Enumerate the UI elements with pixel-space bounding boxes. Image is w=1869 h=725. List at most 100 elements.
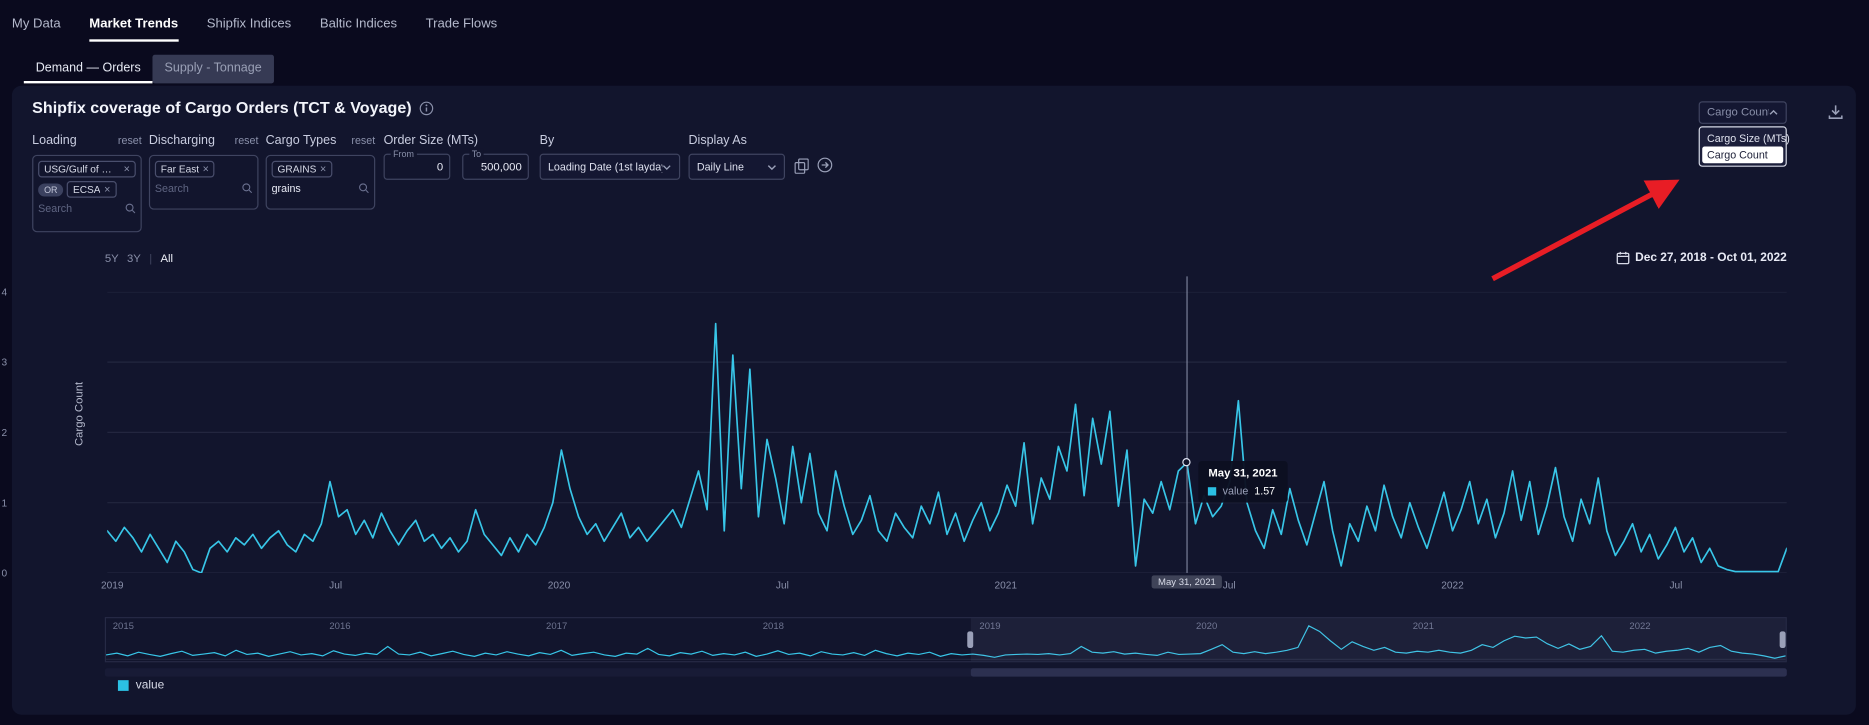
chevron-down-icon — [767, 164, 777, 170]
y-axis-ticks: 01234 — [0, 292, 7, 573]
info-icon[interactable] — [419, 101, 433, 115]
y-axis-tick: 3 — [2, 356, 8, 368]
x-axis-ticks: 2019Jul2020Jul2021Jul2022Jul — [107, 579, 1787, 593]
nav-item-market-trends[interactable]: Market Trends — [89, 17, 178, 31]
remove-tag-icon[interactable]: × — [203, 164, 209, 175]
cargo-types-tag-grains[interactable]: GRAINS × — [272, 161, 333, 178]
or-operator-badge: OR — [38, 183, 63, 196]
display-as-select-value: Daily Line — [697, 161, 744, 173]
hover-point-marker — [1183, 458, 1191, 466]
tooltip-series-name: value — [1223, 485, 1249, 497]
copy-icon — [795, 158, 809, 173]
sub-tabs: Demand — Orders Supply - Tonnage — [24, 55, 274, 84]
metric-dropdown-menu: Cargo Size (MTs) Cargo Count — [1699, 126, 1787, 167]
navigator-year-label: 2016 — [329, 621, 350, 632]
search-icon — [359, 182, 370, 194]
nav-item-trade-flows[interactable]: Trade Flows — [426, 17, 498, 31]
x-axis-tick: 2020 — [548, 579, 571, 591]
brush-handle-right[interactable] — [1780, 631, 1786, 648]
calendar-icon — [1616, 251, 1629, 264]
legend-label: value — [136, 679, 164, 692]
cargo-types-filter-box[interactable]: GRAINS × — [266, 155, 376, 210]
remove-tag-icon[interactable]: × — [104, 184, 110, 195]
loading-search-input[interactable] — [38, 203, 121, 215]
legend-swatch — [118, 680, 129, 691]
y-axis-tick: 4 — [2, 286, 8, 298]
main-nav: My Data Market Trends Shipfix Indices Ba… — [12, 0, 497, 48]
navigator-brush-selection[interactable] — [971, 618, 1786, 661]
discharging-search-input[interactable] — [155, 182, 238, 194]
tooltip-value: 1.57 — [1254, 485, 1275, 497]
nav-item-shipfix-indices[interactable]: Shipfix Indices — [207, 17, 292, 31]
cargo-types-label: Cargo Types — [266, 133, 337, 147]
discharging-reset-link[interactable]: reset — [235, 135, 259, 147]
date-range-picker[interactable]: Dec 27, 2018 - Oct 01, 2022 — [1616, 251, 1787, 264]
tab-supply-tonnage[interactable]: Supply - Tonnage — [153, 55, 274, 84]
y-axis-tick: 0 — [2, 567, 8, 579]
brush-handle-left[interactable] — [967, 631, 973, 648]
discharging-filter-box[interactable]: Far East × — [149, 155, 259, 210]
nav-item-my-data[interactable]: My Data — [12, 17, 61, 31]
chart-panel: Shipfix coverage of Cargo Orders (TCT & … — [12, 86, 1856, 715]
loading-tag-usg[interactable]: USG/Gulf of Me... × — [38, 161, 136, 178]
loading-filter-box[interactable]: USG/Gulf of Me... × OR ECSA × — [32, 155, 142, 232]
legend-item-value[interactable]: value — [118, 679, 164, 692]
menu-item-cargo-size[interactable]: Cargo Size (MTs) — [1702, 130, 1783, 147]
x-axis-tick: 2022 — [1441, 579, 1464, 591]
by-select[interactable]: Loading Date (1st layday) — [540, 154, 681, 180]
remove-tag-icon[interactable]: × — [320, 164, 326, 175]
x-axis-tick: 2021 — [995, 579, 1018, 591]
copy-chart-button[interactable] — [795, 158, 809, 173]
discharging-label: Discharging — [149, 133, 215, 147]
download-button[interactable] — [1825, 101, 1846, 122]
by-label: By — [540, 133, 555, 147]
navigator-scrollbar[interactable] — [105, 668, 1787, 676]
by-select-value: Loading Date (1st layday) — [548, 161, 663, 173]
discharging-tag-far-east[interactable]: Far East × — [155, 161, 215, 178]
tab-demand-orders[interactable]: Demand — Orders — [24, 55, 153, 84]
range-all-button[interactable]: All — [160, 253, 173, 266]
x-axis-tick: Jul — [329, 579, 342, 591]
order-size-to-field[interactable]: To — [462, 154, 529, 180]
order-size-label: Order Size (MTs) — [384, 133, 479, 147]
display-as-label: Display As — [689, 133, 747, 147]
range-divider: | — [149, 253, 152, 266]
range-5y-button[interactable]: 5Y — [105, 253, 119, 266]
loading-tag-ecsa[interactable]: ECSA × — [67, 181, 116, 198]
remove-tag-icon[interactable]: × — [124, 164, 130, 175]
x-axis-tick: Jul — [1669, 579, 1682, 591]
tooltip-series-swatch — [1208, 487, 1216, 495]
cargo-types-search-input[interactable] — [272, 182, 355, 194]
to-label: To — [469, 149, 483, 160]
search-icon — [125, 203, 136, 215]
y-axis-tick: 2 — [2, 426, 8, 438]
y-axis-tick: 1 — [2, 497, 8, 509]
open-chart-button[interactable] — [817, 157, 832, 172]
tag-label: ECSA — [73, 183, 101, 195]
x-axis-tick: Jul — [776, 579, 789, 591]
cargo-types-reset-link[interactable]: reset — [351, 135, 375, 147]
y-axis-title: Cargo Count — [73, 382, 86, 446]
tag-label: GRAINS — [278, 163, 317, 175]
scrollbar-thumb[interactable] — [971, 668, 1787, 676]
nav-item-baltic-indices[interactable]: Baltic Indices — [320, 17, 397, 31]
page-title: Shipfix coverage of Cargo Orders (TCT & … — [32, 99, 411, 117]
arrow-circle-icon — [817, 157, 832, 172]
metric-select-value: Cargo Count — [1707, 106, 1769, 119]
app-window: My Data Market Trends Shipfix Indices Ba… — [0, 0, 1869, 725]
tag-label: Far East — [161, 163, 199, 175]
date-range-text: Dec 27, 2018 - Oct 01, 2022 — [1635, 251, 1787, 264]
main-chart[interactable]: May 31, 2021 value 1.57 May 31, 2021 — [107, 292, 1787, 573]
order-size-from-field[interactable]: From — [384, 154, 451, 180]
search-icon — [242, 182, 253, 194]
loading-reset-link[interactable]: reset — [118, 135, 142, 147]
metric-select[interactable]: Cargo Count — [1699, 101, 1787, 124]
range-selector: 5Y 3Y | All — [105, 253, 173, 266]
menu-item-cargo-count[interactable]: Cargo Count — [1702, 147, 1783, 164]
display-as-select[interactable]: Daily Line — [689, 154, 785, 180]
navigator-year-label: 2017 — [546, 621, 567, 632]
range-3y-button[interactable]: 3Y — [127, 253, 141, 266]
chart-navigator[interactable]: 20152016201720182019202020212022 — [105, 617, 1787, 662]
crosshair-line — [1187, 276, 1188, 573]
chevron-down-icon — [663, 164, 672, 170]
